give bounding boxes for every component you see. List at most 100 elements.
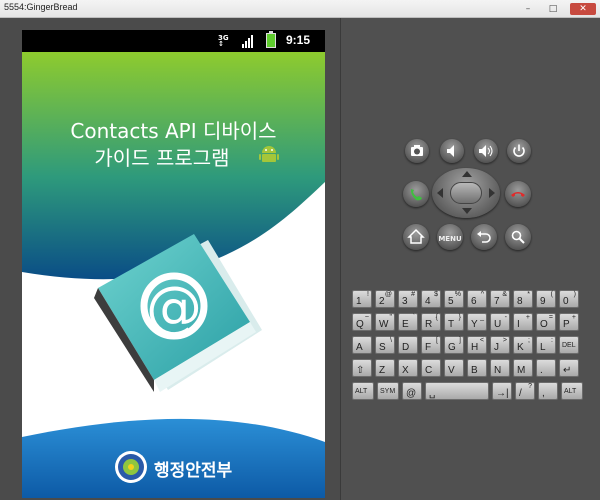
key-w[interactable]: W " xyxy=(375,313,395,331)
key-7[interactable]: 7 & xyxy=(490,290,510,308)
key-2[interactable]: 2 @ xyxy=(375,290,395,308)
home-icon xyxy=(407,228,425,244)
camera-icon xyxy=(411,145,423,156)
key-alt[interactable]: ALT xyxy=(561,382,583,400)
key-label: N xyxy=(494,365,502,376)
splash-screen[interactable]: Contacts API 디바이스 가이드 프로그램 @ 행정안전부 xyxy=(22,52,325,498)
key-c[interactable]: C xyxy=(421,359,441,377)
key-alt-label: ( xyxy=(550,291,553,298)
key-h[interactable]: H < xyxy=(467,336,487,354)
key-label: P xyxy=(563,319,570,330)
home-button[interactable] xyxy=(403,224,429,250)
close-button[interactable]: ✕ xyxy=(570,3,596,15)
key-6[interactable]: 6 ^ xyxy=(467,290,487,308)
volume-down-button[interactable] xyxy=(440,139,464,163)
key-i[interactable]: I + xyxy=(513,313,533,331)
key-n[interactable]: N xyxy=(490,359,510,377)
key-sym[interactable]: SYM xyxy=(377,382,399,400)
key-e[interactable]: E ` xyxy=(398,313,418,331)
key-label: Z xyxy=(379,365,386,376)
key-sym4-6[interactable]: , xyxy=(538,382,558,400)
key-j[interactable]: J > xyxy=(490,336,510,354)
key-sym3-8[interactable]: . xyxy=(536,359,556,377)
key-label: 2 xyxy=(379,296,385,307)
key-alt[interactable]: ALT xyxy=(352,382,374,400)
menu-button[interactable]: MENU xyxy=(437,224,463,250)
dpad-left-arrow-icon xyxy=(437,188,443,198)
search-icon xyxy=(511,230,525,244)
back-button[interactable] xyxy=(471,224,497,250)
key-3[interactable]: 3 # xyxy=(398,290,418,308)
key-alt-label: ? xyxy=(528,383,532,390)
key-label: L xyxy=(540,342,546,353)
key-u[interactable]: U- xyxy=(490,313,510,331)
key-b[interactable]: B xyxy=(467,359,487,377)
key-1[interactable]: 1! xyxy=(352,290,372,308)
key-label: 6 xyxy=(471,296,477,307)
key-label: →| xyxy=(496,388,509,399)
menu-label: MENU xyxy=(438,235,462,243)
key-r[interactable]: R{ xyxy=(421,313,441,331)
key-o[interactable]: O = xyxy=(536,313,556,331)
key-x[interactable]: X xyxy=(398,359,418,377)
key-sym3-0[interactable]: ⇧ xyxy=(352,359,372,377)
key-0[interactable]: 0) xyxy=(559,290,579,308)
key-g[interactable]: G] xyxy=(444,336,464,354)
key-label: ALT xyxy=(564,388,577,395)
key-label: J xyxy=(494,342,499,353)
key-l[interactable]: L: xyxy=(536,336,556,354)
back-icon xyxy=(477,231,491,243)
key-8[interactable]: 8 * xyxy=(513,290,533,308)
key-4[interactable]: 4 $ xyxy=(421,290,441,308)
key-s[interactable]: S \ xyxy=(375,336,395,354)
key-sym4-4[interactable]: →| xyxy=(492,382,512,400)
key-a[interactable]: A xyxy=(352,336,372,354)
power-button[interactable] xyxy=(507,139,531,163)
camera-button[interactable] xyxy=(405,139,429,163)
key-sym4-3[interactable]: ␣ xyxy=(425,382,489,400)
search-button[interactable] xyxy=(505,224,531,250)
device-screen[interactable]: 3G ↕ 9:15 Contacts API 디바이스 가이드 프로그램 @ 행… xyxy=(22,30,325,498)
key-alt-label: = xyxy=(548,314,553,321)
key-sym3-9[interactable]: ↵ xyxy=(559,359,579,377)
key-alt-label: ~ xyxy=(364,314,369,321)
key-d[interactable]: D xyxy=(398,336,418,354)
key-label: B xyxy=(471,365,478,376)
key-k[interactable]: K; xyxy=(513,336,533,354)
key-p[interactable]: P + xyxy=(559,313,579,331)
key-v[interactable]: V xyxy=(444,359,464,377)
key-m[interactable]: M xyxy=(513,359,533,377)
app-title-line1: Contacts API 디바이스 xyxy=(70,119,277,143)
key-alt-label: \ xyxy=(390,337,392,344)
key-z[interactable]: Z xyxy=(375,359,395,377)
end-call-button[interactable] xyxy=(505,181,531,207)
key-alt-label: ^ xyxy=(480,291,484,298)
end-call-icon xyxy=(511,192,525,197)
key-5[interactable]: 5% xyxy=(444,290,464,308)
minimize-button[interactable]: – xyxy=(520,3,536,15)
dpad-down-arrow-icon xyxy=(462,208,472,214)
window-title: 5554:GingerBread xyxy=(4,2,78,12)
key-del[interactable]: DEL xyxy=(559,336,579,354)
key-label: DEL xyxy=(562,342,576,349)
key-t[interactable]: T} xyxy=(444,313,464,331)
key-f[interactable]: F[ xyxy=(421,336,441,354)
key-sym4-2[interactable]: @ xyxy=(402,382,422,400)
volume-up-button[interactable] xyxy=(474,139,498,163)
maximize-button[interactable]: □ xyxy=(545,3,561,15)
key-label: 8 xyxy=(517,296,523,307)
key-alt-label: > xyxy=(502,337,507,344)
key-alt-label: @ xyxy=(384,291,392,298)
window-titlebar: 5554:GingerBread – □ ✕ xyxy=(0,0,600,18)
key-label: F xyxy=(425,342,432,353)
emulator-body: 3G ↕ 9:15 Contacts API 디바이스 가이드 프로그램 @ 행… xyxy=(0,18,600,500)
key-9[interactable]: 9( xyxy=(536,290,556,308)
key-q[interactable]: Q ~ xyxy=(352,313,372,331)
key-sym4-5[interactable]: /? xyxy=(515,382,535,400)
key-label: ALT xyxy=(355,388,368,395)
key-alt-label: * xyxy=(527,291,530,298)
key-y[interactable]: Y _ xyxy=(467,313,487,331)
call-button[interactable] xyxy=(403,181,429,207)
dpad-center-button[interactable] xyxy=(450,182,482,204)
key-label: SYM xyxy=(380,388,396,395)
